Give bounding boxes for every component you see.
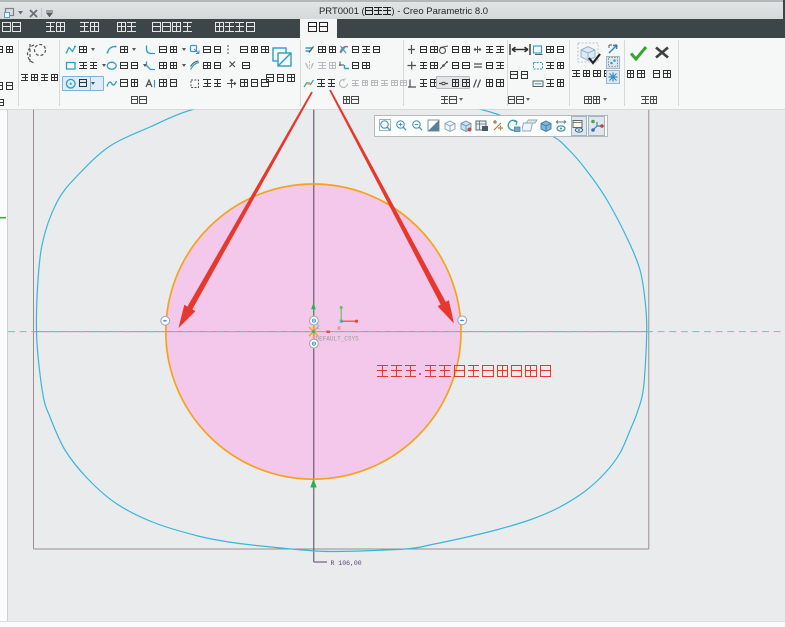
svg-text:R 106,00: R 106,00	[331, 560, 362, 567]
svg-text:2: 2	[317, 325, 320, 331]
svg-text:X: X	[337, 326, 341, 332]
svg-text:DEFAULT_CSYS: DEFAULT_CSYS	[316, 336, 360, 343]
